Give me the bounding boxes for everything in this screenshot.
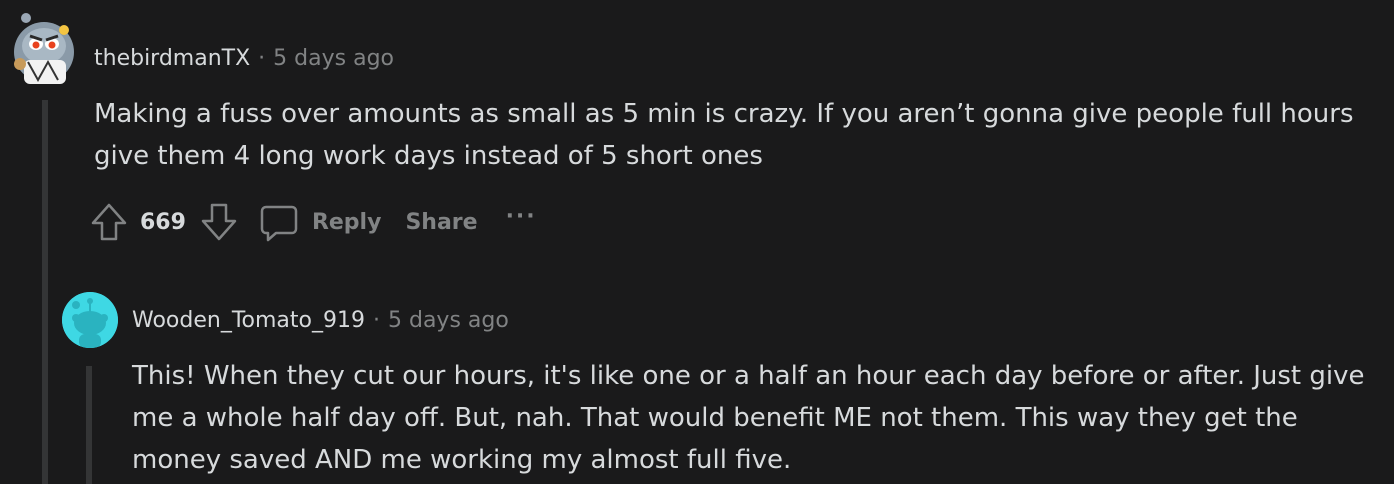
- meta-separator: ·: [258, 46, 266, 71]
- comment-2-body: This! When they cut our hours, it's like…: [132, 355, 1382, 481]
- comment-bubble-icon: [260, 202, 298, 242]
- comment-1-body: Making a fuss over amounts as small as 5…: [94, 93, 1384, 177]
- thread-line-level-2[interactable]: [86, 366, 92, 484]
- reply-label: Reply: [311, 209, 382, 235]
- comment-1-actions: 669 Reply Share ···: [90, 200, 537, 244]
- thread-line-level-1[interactable]: [42, 100, 48, 484]
- share-button[interactable]: Share: [405, 210, 477, 235]
- comment-text-line: give them 4 long work days instead of 5 …: [94, 141, 763, 171]
- timestamp-link[interactable]: 5 days ago: [273, 46, 394, 71]
- snoo-avatar-icon[interactable]: [14, 10, 78, 86]
- upvote-arrow-icon[interactable]: [90, 202, 128, 242]
- vote-count: 669: [140, 209, 186, 235]
- reply-button[interactable]: Reply: [260, 202, 382, 242]
- comment-text-line: me a whole half day off. But, nah. That …: [132, 403, 1298, 433]
- more-options-button[interactable]: ···: [506, 204, 537, 229]
- comment-thread: thebirdmanTX · 5 days ago Making a fuss …: [0, 0, 1394, 484]
- comment-text-line: money saved AND me working my almost ful…: [132, 445, 792, 475]
- default-snoo-avatar-icon[interactable]: [62, 292, 118, 348]
- comment-2-meta: Wooden_Tomato_919 · 5 days ago: [132, 308, 509, 333]
- downvote-arrow-icon[interactable]: [200, 202, 238, 242]
- comment-text-line: Making a fuss over amounts as small as 5…: [94, 99, 1354, 129]
- username-link[interactable]: thebirdmanTX: [94, 46, 250, 71]
- username-link[interactable]: Wooden_Tomato_919: [132, 308, 365, 333]
- meta-separator: ·: [372, 308, 380, 333]
- timestamp-link[interactable]: 5 days ago: [388, 308, 509, 333]
- comment-1-meta: thebirdmanTX · 5 days ago: [94, 46, 394, 71]
- comment-text-line: This! When they cut our hours, it's like…: [132, 361, 1365, 391]
